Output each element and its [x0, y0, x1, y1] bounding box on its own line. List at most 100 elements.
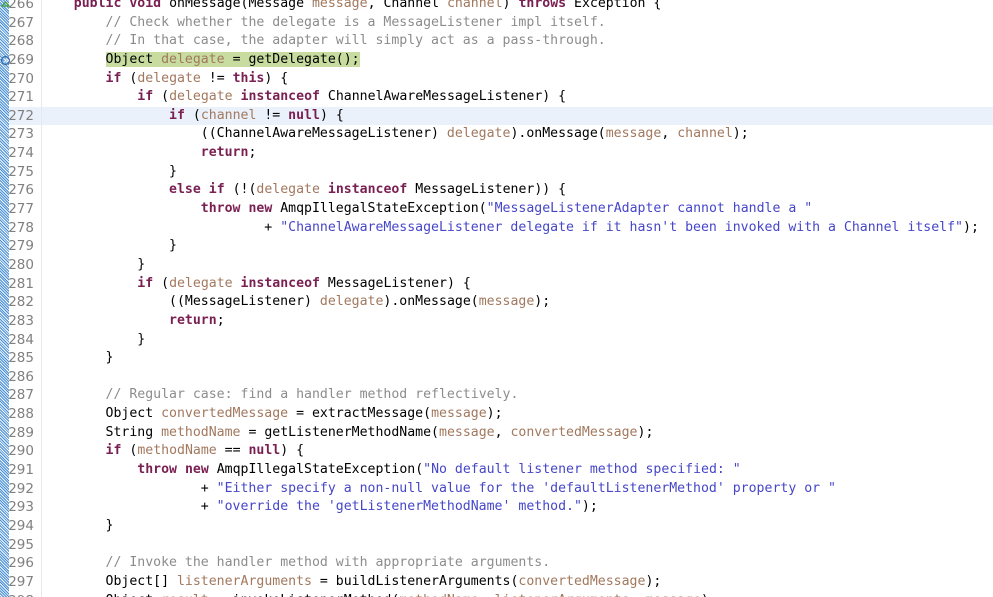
line-number: 295	[8, 536, 34, 553]
line-number: 287	[8, 387, 34, 404]
code-text[interactable]: else if (!(delegate instanceof MessageLi…	[42, 181, 566, 200]
line-number: 279	[8, 238, 34, 255]
code-line[interactable]: 275 }	[0, 163, 993, 182]
line-number: 289	[8, 424, 34, 441]
line-number: 276	[8, 182, 34, 199]
code-line[interactable]: 269 Object delegate = getDelegate();	[0, 51, 993, 70]
code-text[interactable]: // Regular case: find a handler method r…	[42, 386, 519, 405]
code-text[interactable]: public void onMessage(Message message, C…	[42, 0, 662, 14]
code-text[interactable]: Object convertedMessage = extractMessage…	[42, 405, 503, 424]
code-text[interactable]: // Check whether the delegate is a Messa…	[42, 14, 606, 33]
code-line[interactable]: 289 String methodName = getListenerMetho…	[0, 424, 993, 443]
code-text[interactable]: }	[42, 163, 177, 182]
line-number: 283	[8, 312, 34, 329]
code-line[interactable]: 292 + "Either specify a non-null value f…	[0, 480, 993, 499]
overriding-method-icon[interactable]	[0, 0, 11, 10]
code-line[interactable]: 280 }	[0, 256, 993, 275]
code-editor[interactable]: 266 public void onMessage(Message messag…	[0, 0, 993, 597]
code-text[interactable]: throw new AmqpIllegalStateException("Mes…	[42, 200, 812, 219]
line-number: 298	[0, 592, 34, 597]
code-text[interactable]: if (delegate instanceof ChannelAwareMess…	[42, 88, 566, 107]
line-number: 285	[8, 350, 34, 367]
line-number: 290	[8, 443, 34, 460]
line-number: 267	[8, 14, 34, 31]
line-number: 270	[8, 70, 34, 87]
code-text[interactable]: if (methodName == null) {	[42, 442, 305, 461]
line-number: 280	[8, 256, 34, 273]
line-number: 281	[8, 275, 34, 292]
code-line[interactable]: 298 Object result = invokeListenerMethod…	[0, 592, 993, 597]
code-line[interactable]: 295	[0, 536, 993, 555]
code-text[interactable]: + "override the 'getListenerMethodName' …	[42, 498, 598, 517]
code-line[interactable]: 268 // In that case, the adapter will si…	[0, 32, 993, 51]
code-line[interactable]: 272 if (channel != null) {	[0, 106, 993, 126]
code-text[interactable]: Object result = invokeListenerMethod(met…	[42, 592, 717, 597]
line-number: 294	[8, 517, 34, 534]
code-text[interactable]: }	[42, 256, 145, 275]
code-text[interactable]: // In that case, the adapter will simply…	[42, 32, 606, 51]
code-text[interactable]: ((MessageListener) delegate).onMessage(m…	[42, 293, 550, 312]
code-line[interactable]: 281 if (delegate instanceof MessageListe…	[0, 275, 993, 294]
code-text[interactable]: if (delegate instanceof MessageListener)…	[42, 275, 471, 294]
line-number: 268	[8, 33, 34, 50]
bookmark-icon[interactable]	[0, 54, 11, 65]
code-line[interactable]: 294 }	[0, 517, 993, 536]
code-line[interactable]: 270 if (delegate != this) {	[0, 70, 993, 89]
line-number: 291	[8, 462, 34, 479]
code-line[interactable]: 285 }	[0, 349, 993, 368]
code-line[interactable]: 286	[0, 368, 993, 387]
code-line[interactable]: 271 if (delegate instanceof ChannelAware…	[0, 88, 993, 107]
line-number: 282	[8, 294, 34, 311]
code-line[interactable]: 291 throw new AmqpIllegalStateException(…	[0, 461, 993, 480]
code-line[interactable]: 287 // Regular case: find a handler meth…	[0, 386, 993, 405]
code-text[interactable]: return;	[42, 312, 225, 331]
line-number: 277	[8, 201, 34, 218]
code-line[interactable]: 266 public void onMessage(Message messag…	[0, 0, 993, 14]
code-line[interactable]: 274 return;	[0, 144, 993, 163]
code-text[interactable]: }	[42, 331, 145, 350]
code-line[interactable]: 283 return;	[0, 312, 993, 331]
line-number: 286	[8, 368, 34, 385]
line-number: 297	[8, 573, 34, 590]
code-text[interactable]: }	[42, 517, 114, 536]
code-text[interactable]: ((ChannelAwareMessageListener) delegate)…	[42, 125, 749, 144]
code-text[interactable]: Object[] listenerArguments = buildListen…	[42, 573, 662, 592]
code-line[interactable]: 288 Object convertedMessage = extractMes…	[0, 405, 993, 424]
line-number: 278	[8, 219, 34, 236]
code-text[interactable]: if (delegate != this) {	[42, 70, 289, 89]
code-line[interactable]: 277 throw new AmqpIllegalStateException(…	[0, 200, 993, 219]
code-text[interactable]: String methodName = getListenerMethodNam…	[42, 424, 654, 443]
line-number: 272	[8, 107, 34, 124]
line-number: 275	[8, 163, 34, 180]
line-number: 296	[8, 555, 34, 572]
line-number: 273	[8, 126, 34, 143]
code-text[interactable]: if (channel != null) {	[42, 107, 344, 126]
code-line[interactable]: 290 if (methodName == null) {	[0, 442, 993, 461]
line-number: 274	[8, 145, 34, 162]
code-line[interactable]: 297 Object[] listenerArguments = buildLi…	[0, 573, 993, 592]
code-line[interactable]: 267 // Check whether the delegate is a M…	[0, 14, 993, 33]
code-lines-container[interactable]: 266 public void onMessage(Message messag…	[0, 0, 993, 597]
code-line[interactable]: 276 else if (!(delegate instanceof Messa…	[0, 181, 993, 200]
code-line[interactable]: 296 // Invoke the handler method with ap…	[0, 554, 993, 573]
line-number: 292	[8, 480, 34, 497]
code-text[interactable]: + "ChannelAwareMessageListener delegate …	[42, 219, 979, 238]
line-number: 288	[8, 406, 34, 423]
code-line[interactable]: 293 + "override the 'getListenerMethodNa…	[0, 498, 993, 517]
code-text[interactable]: }	[42, 349, 114, 368]
code-line[interactable]: 273 ((ChannelAwareMessageListener) deleg…	[0, 125, 993, 144]
code-line[interactable]: 282 ((MessageListener) delegate).onMessa…	[0, 293, 993, 312]
code-text[interactable]: + "Either specify a non-null value for t…	[42, 480, 836, 499]
code-text[interactable]: return;	[42, 144, 257, 163]
line-number: 293	[8, 499, 34, 516]
line-number: 284	[8, 331, 34, 348]
code-line[interactable]: 279 }	[0, 237, 993, 256]
code-text[interactable]: }	[42, 237, 177, 256]
code-text[interactable]: // Invoke the handler method with approp…	[42, 554, 551, 573]
code-text[interactable]: Object delegate = getDelegate();	[42, 51, 360, 70]
code-line[interactable]: 278 + "ChannelAwareMessageListener deleg…	[0, 219, 993, 238]
line-number: 271	[8, 89, 34, 106]
code-text[interactable]: throw new AmqpIllegalStateException("No …	[42, 461, 740, 480]
code-line[interactable]: 284 }	[0, 331, 993, 350]
occurrence-highlight: Object delegate = getDelegate();	[105, 51, 360, 67]
